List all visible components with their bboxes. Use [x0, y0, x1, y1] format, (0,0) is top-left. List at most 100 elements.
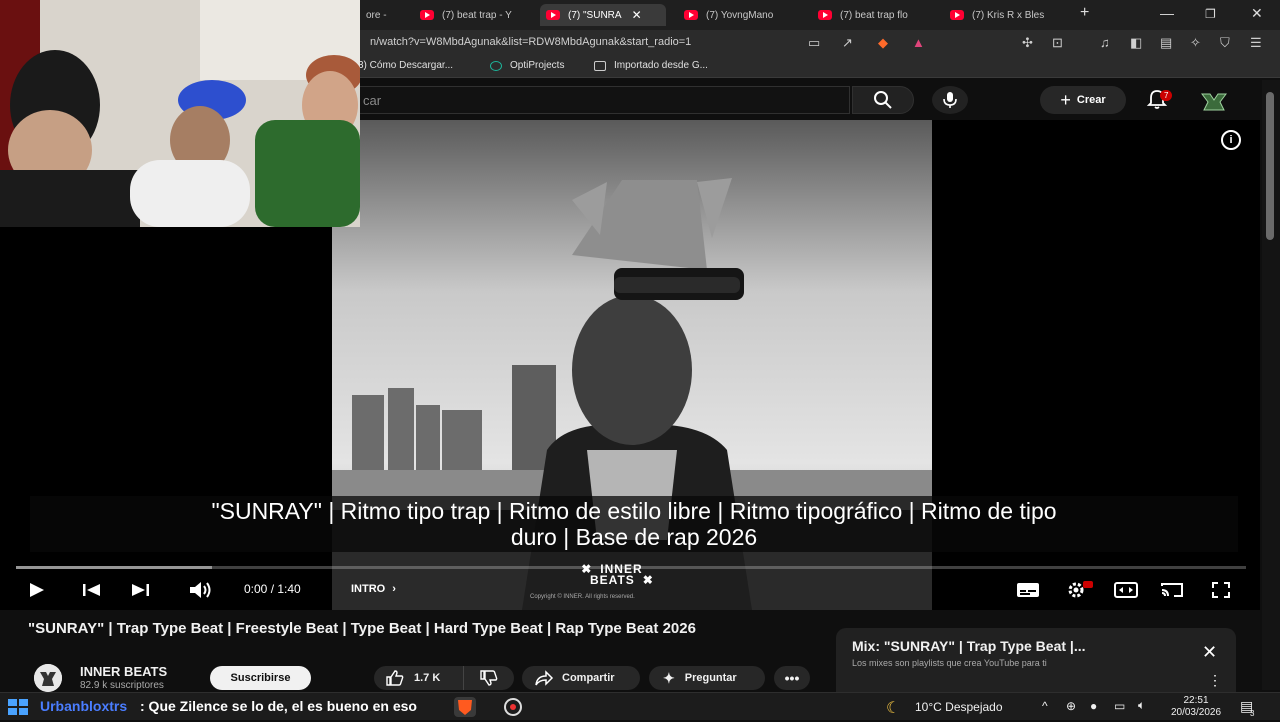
channel-avatar[interactable]: [34, 664, 62, 692]
tab-label: (7) "SUNRA: [568, 9, 622, 21]
network-icon[interactable]: ⊕: [1066, 699, 1076, 713]
weather-text[interactable]: 10°C Despejado: [915, 700, 1003, 714]
caption-line: duro | Base de rap 2026: [510, 524, 758, 550]
settings-gear-icon[interactable]: [1066, 580, 1094, 600]
windows-start-icon[interactable]: [6, 698, 30, 716]
music-icon[interactable]: ♫: [1100, 35, 1110, 50]
microphone-icon: [943, 92, 957, 108]
dislike-button[interactable]: [464, 666, 514, 690]
account-avatar[interactable]: [1200, 88, 1228, 112]
sidebar-icon[interactable]: ◧: [1130, 35, 1142, 51]
bookmark-label: 3) Cómo Descargar...: [358, 60, 454, 71]
pip-icon[interactable]: ▭: [808, 35, 820, 51]
info-button[interactable]: i: [1221, 130, 1241, 150]
like-count: 1.7 K: [414, 672, 441, 684]
search-placeholder: car: [363, 93, 382, 108]
search-icon: [874, 91, 892, 109]
notification-count: 3: [1250, 709, 1255, 718]
folder-icon: [594, 60, 606, 71]
voice-search-button[interactable]: [932, 86, 968, 114]
volume-button[interactable]: [188, 580, 214, 600]
more-vertical-icon[interactable]: ⋮: [1208, 672, 1222, 689]
page-scrollbar-thumb[interactable]: [1266, 92, 1274, 240]
mix-title[interactable]: Mix: "SUNRAY" | Trap Type Beat |...: [852, 638, 1086, 654]
tab-label: (7) beat trap flo: [840, 9, 908, 21]
chat-message: : Que Zilence se lo de, el es bueno en e…: [140, 698, 417, 714]
channel-name[interactable]: INNER BEATS: [80, 664, 167, 679]
browser-tab-active[interactable]: (7) "SUNRA ✕: [540, 4, 666, 26]
more-actions-button[interactable]: •••: [774, 666, 810, 690]
browser-tab[interactable]: (7) beat trap flo: [812, 4, 936, 26]
chapter-button[interactable]: INTRO ›: [351, 583, 396, 595]
extensions-icon[interactable]: ✣: [1022, 35, 1033, 51]
browser-tab[interactable]: ore -: [360, 4, 406, 26]
next-button[interactable]: [130, 582, 150, 598]
close-window-icon[interactable]: ✕: [1251, 5, 1263, 22]
browser-tab[interactable]: (7) Kris R x Bles: [944, 4, 1068, 26]
mix-subtitle: Los mixes son playlists que crea YouTube…: [852, 658, 1047, 668]
video-title: "SUNRAY" | Trap Type Beat | Freestyle Be…: [28, 620, 696, 637]
theater-mode-icon[interactable]: [1114, 582, 1138, 598]
browser-tab[interactable]: (7) YovngMano: [678, 4, 802, 26]
share-button[interactable]: Compartir: [522, 666, 640, 690]
plus-icon: +: [1060, 89, 1071, 110]
new-tab-button[interactable]: +: [1080, 4, 1089, 22]
subscriber-count: 82.9 k suscriptores: [80, 680, 164, 691]
fullscreen-icon[interactable]: [1212, 582, 1230, 598]
wifi-icon[interactable]: ▭: [1114, 699, 1125, 713]
share-arrow-icon: [535, 670, 554, 686]
bookmark-item[interactable]: OptiProjects: [490, 60, 564, 71]
time-display: 0:00 / 1:40: [244, 582, 301, 596]
clock-date[interactable]: 20/03/2026: [1162, 707, 1230, 718]
brave-shields-icon[interactable]: ◆: [878, 35, 888, 51]
subtitles-icon[interactable]: [1016, 582, 1040, 598]
close-tab-icon[interactable]: ✕: [632, 8, 642, 22]
previous-button[interactable]: [82, 582, 102, 598]
like-button[interactable]: 1.7 K: [374, 666, 464, 690]
microphone-tray-icon[interactable]: ●: [1090, 699, 1097, 713]
ask-button[interactable]: ✦ Preguntar: [649, 666, 765, 690]
restore-icon[interactable]: ❐: [1205, 7, 1216, 21]
create-label: Crear: [1076, 94, 1106, 106]
chevron-up-icon[interactable]: ^: [1042, 699, 1048, 713]
tab-label: ore -: [366, 9, 387, 21]
tab-label: (7) Kris R x Bles: [972, 9, 1045, 21]
sparkle-icon: ✦: [663, 669, 675, 686]
ask-label: Preguntar: [684, 672, 737, 684]
close-mix-icon[interactable]: ✕: [1202, 642, 1217, 663]
chapter-label: INTRO: [351, 583, 386, 595]
mix-playlist-panel: Mix: "SUNRAY" | Trap Type Beat |... Los …: [836, 628, 1236, 692]
clock-time[interactable]: 22:51: [1162, 695, 1230, 706]
share-icon[interactable]: ↗: [842, 35, 853, 51]
search-input[interactable]: car: [330, 86, 850, 114]
tab-label: (7) YovngMano: [706, 9, 774, 21]
moon-icon: ☾: [886, 700, 901, 717]
bookmark-item[interactable]: 3) Cómo Descargar...: [358, 60, 453, 71]
subscribe-button[interactable]: Suscribirse: [210, 666, 311, 690]
address-bar[interactable]: n/watch?v=W8MbdAgunak&list=RDW8MbdAgunak…: [370, 36, 691, 48]
youtube-favicon-icon: [818, 10, 832, 20]
bookmark-item[interactable]: Importado desde G...: [594, 60, 708, 71]
leo-ai-icon[interactable]: ✧: [1190, 35, 1201, 51]
bookmark-label: OptiProjects: [510, 60, 565, 71]
brave-rewards-icon[interactable]: ▲: [912, 35, 925, 50]
search-button[interactable]: [852, 86, 914, 114]
youtube-favicon-icon: [950, 10, 964, 20]
browser-tab[interactable]: (7) beat trap - Y: [414, 4, 534, 26]
minimize-icon[interactable]: —: [1160, 5, 1174, 21]
video-caption: "SUNRAY" | Ritmo tipo trap | Ritmo de es…: [30, 496, 1238, 552]
cast-icon[interactable]: [1160, 582, 1184, 598]
brave-taskbar-icon[interactable]: [454, 697, 476, 717]
screenshot-icon[interactable]: ⊡: [1052, 35, 1063, 51]
obs-taskbar-icon[interactable]: [502, 697, 524, 717]
create-button[interactable]: + Crear: [1040, 86, 1126, 114]
play-button[interactable]: [28, 582, 46, 598]
youtube-favicon-icon: [546, 10, 560, 20]
more-horizontal-icon: •••: [784, 670, 800, 686]
speaker-icon[interactable]: 🔈︎: [1138, 698, 1145, 713]
vpn-icon[interactable]: ⛉: [1220, 35, 1230, 51]
menu-icon[interactable]: ☰: [1250, 35, 1262, 51]
wallet-icon[interactable]: ▤: [1160, 35, 1172, 51]
caption-line: "SUNRAY" | Ritmo tipo trap | Ritmo de es…: [211, 498, 1057, 524]
channel-logo-icon: [34, 664, 62, 692]
